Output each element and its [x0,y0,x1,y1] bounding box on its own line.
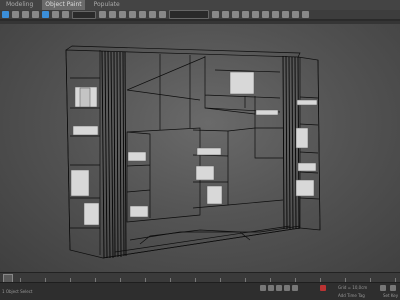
tab-object-paint[interactable]: Object Paint [42,0,85,10]
snap-toggle-icon[interactable] [129,11,136,18]
layer-explorer-icon[interactable] [232,11,239,18]
percent-snap-icon[interactable] [149,11,156,18]
main-toolbar [0,10,400,20]
curve-editor-icon[interactable] [242,11,249,18]
boxes-right-bottom [295,179,315,197]
keyboard-shortcut-icon[interactable] [119,11,126,18]
wireframe-scene [65,45,321,259]
auto-key-icon[interactable] [320,285,326,291]
schematic-view-icon[interactable] [252,11,259,18]
time-slider-track[interactable] [0,272,400,284]
books-right-lower [297,162,317,172]
align-icon[interactable] [222,11,229,18]
left-vertical-panel [101,50,127,259]
mirror-icon[interactable] [212,11,219,18]
pivot-icon[interactable] [99,11,106,18]
box-middle-right [195,165,215,181]
render-iterative-icon[interactable] [302,11,309,18]
ribbon-tabs: Modeling Object Paint Populate [0,0,400,10]
window-crossing-icon[interactable] [32,11,39,18]
decor-objects [70,71,318,226]
base-plinth [102,225,301,259]
books-middle-right [196,147,222,156]
grid-readout: Grid = 10,0cm [338,285,368,290]
select-move-icon[interactable] [42,11,49,18]
material-editor-icon[interactable] [262,11,269,18]
upper-middle-panel [126,54,206,130]
rect-selection-icon[interactable] [22,11,29,18]
rendered-frame-icon[interactable] [282,11,289,18]
boxes-left-mid [70,169,90,197]
select-rotate-icon[interactable] [52,11,59,18]
box-upper-right [229,71,255,95]
orbit-icon[interactable] [390,285,396,291]
select-object-icon[interactable] [2,11,9,18]
selection-status: 1 Object Select [2,289,33,294]
tab-modeling[interactable]: Modeling [6,0,33,10]
render-setup-icon[interactable] [272,11,279,18]
goto-end-icon[interactable] [292,285,298,291]
select-scale-icon[interactable] [62,11,69,18]
books-middle-bottom [129,205,149,218]
named-selection-dropdown[interactable] [169,10,209,19]
books-right-mid [295,127,309,149]
books-upper-right [255,109,279,116]
next-frame-icon[interactable] [284,285,290,291]
render-production-icon[interactable] [292,11,299,18]
manipulate-icon[interactable] [109,11,116,18]
goto-start-icon[interactable] [260,285,266,291]
books-right-top [296,99,318,106]
select-by-name-icon[interactable] [12,11,19,18]
reference-coord-dropdown[interactable] [72,10,96,19]
play-icon[interactable] [276,285,282,291]
add-time-tag-button[interactable]: Add Time Tag [338,293,365,298]
books-middle-right-bottom [206,185,223,205]
perspective-viewport[interactable] [0,24,400,272]
prev-frame-icon[interactable] [268,285,274,291]
zoom-icon[interactable] [380,285,386,291]
set-key-button[interactable]: Set Key [383,293,398,298]
angle-snap-icon[interactable] [139,11,146,18]
books-left [72,125,99,136]
status-bar: 1 Object Select Grid = 10,0cm Add Time T… [0,282,400,300]
tab-populate[interactable]: Populate [94,0,120,10]
books-left-bottom [83,202,100,226]
books-middle-left [127,151,147,162]
spinner-snap-icon[interactable] [159,11,166,18]
